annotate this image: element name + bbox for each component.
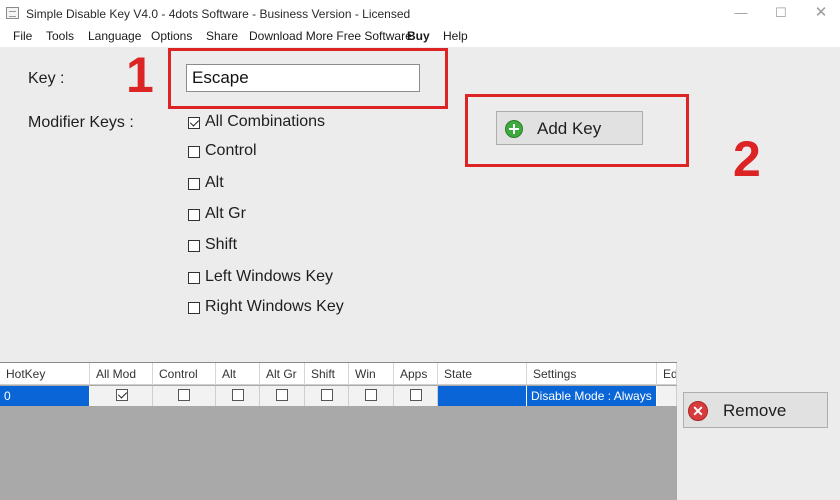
checkbox-label: Alt Gr	[205, 205, 246, 222]
key-label: Key :	[28, 70, 65, 87]
column-header-win[interactable]: Win	[349, 363, 394, 385]
checkbox[interactable]	[188, 302, 200, 314]
column-header-all-mod[interactable]: All Mod	[90, 363, 153, 385]
checkbox[interactable]	[276, 389, 288, 401]
menu-language[interactable]: Language	[88, 29, 141, 43]
checkbox[interactable]	[188, 272, 200, 284]
checkbox[interactable]	[188, 240, 200, 252]
column-header-control[interactable]: Control	[153, 363, 216, 385]
column-header-settings[interactable]: Settings	[527, 363, 657, 385]
checkbox[interactable]	[321, 389, 333, 401]
hotkey-grid[interactable]: HotKey All Mod Control Alt Alt Gr Shift …	[0, 362, 677, 500]
remove-button[interactable]: ✕ Remove	[683, 392, 828, 428]
cell-hotkey: 0	[0, 386, 90, 406]
modifier-keys-label: Modifier Keys :	[28, 114, 134, 131]
checkbox-label: Left Windows Key	[205, 268, 334, 285]
checkbox-label: Shift	[205, 236, 238, 253]
menu-share[interactable]: Share	[206, 29, 238, 43]
checkbox[interactable]	[178, 389, 190, 401]
checkbox-label: All Combinations	[205, 113, 326, 130]
menu-options[interactable]: Options	[151, 29, 192, 43]
column-header-ed[interactable]: Ed	[657, 363, 677, 385]
cell-alt-gr	[260, 386, 305, 406]
column-header-state[interactable]: State	[438, 363, 527, 385]
cell-alt	[216, 386, 260, 406]
menu-tools[interactable]: Tools	[46, 29, 74, 43]
add-key-highlight-box	[465, 94, 689, 167]
remove-label: Remove	[723, 401, 787, 420]
column-header-apps[interactable]: Apps	[394, 363, 438, 385]
checkbox[interactable]	[365, 389, 377, 401]
x-circle-icon: ✕	[688, 401, 708, 421]
maximize-button[interactable]: ☐	[764, 2, 798, 24]
column-header-alt-gr[interactable]: Alt Gr	[260, 363, 305, 385]
title-bar: Simple Disable Key V4.0 - 4dots Software…	[0, 0, 840, 27]
menu-bar: File Tools Language Options Share Downlo…	[0, 27, 840, 47]
step-2-marker: 2	[733, 131, 761, 187]
cell-win	[349, 386, 394, 406]
column-header-hotkey[interactable]: HotKey	[0, 363, 90, 385]
cell-all-mod	[90, 386, 153, 406]
checkbox[interactable]	[188, 117, 200, 129]
checkbox[interactable]	[188, 178, 200, 190]
checkbox[interactable]	[116, 389, 128, 401]
checkbox[interactable]	[188, 146, 200, 158]
cell-ed	[657, 386, 677, 406]
column-header-alt[interactable]: Alt	[216, 363, 260, 385]
menu-file[interactable]: File	[13, 29, 32, 43]
step-1-marker: 1	[126, 47, 154, 103]
cell-control	[153, 386, 216, 406]
grid-header: HotKey All Mod Control Alt Alt Gr Shift …	[0, 363, 677, 385]
minimize-button[interactable]: —	[724, 2, 758, 24]
cell-apps	[394, 386, 438, 406]
window-title: Simple Disable Key V4.0 - 4dots Software…	[26, 7, 411, 21]
checkbox[interactable]	[188, 209, 200, 221]
checkbox[interactable]	[232, 389, 244, 401]
menu-help[interactable]: Help	[443, 29, 468, 43]
column-header-shift[interactable]: Shift	[305, 363, 349, 385]
checkbox-label: Control	[205, 142, 257, 159]
cell-state	[438, 386, 527, 406]
checkbox-label: Right Windows Key	[205, 298, 344, 315]
close-button[interactable]: ✕	[804, 2, 838, 24]
cell-shift	[305, 386, 349, 406]
key-highlight-box	[168, 48, 448, 109]
cell-settings: Disable Mode : Always	[527, 386, 657, 406]
table-row[interactable]: 0 Disable Mode : Always	[0, 386, 677, 406]
menu-download-more[interactable]: Download More Free Software	[249, 29, 412, 43]
menu-buy[interactable]: Buy	[407, 29, 430, 43]
checkbox-label: Alt	[205, 174, 224, 191]
keyboard-icon	[6, 7, 19, 19]
checkbox[interactable]	[410, 389, 422, 401]
